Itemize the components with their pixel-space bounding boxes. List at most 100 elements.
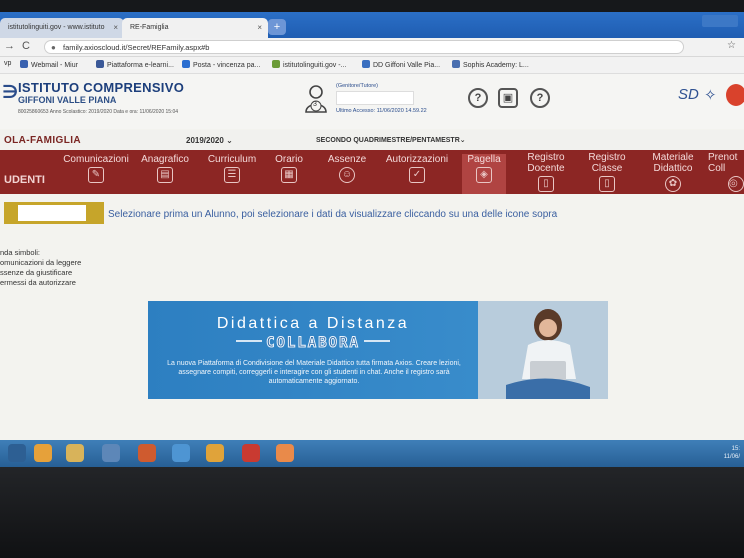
period-value: SECONDO QUADRIMESTRE/PENTAMESTR [316, 137, 460, 144]
banner-subtitle: COLLABORA [148, 335, 478, 352]
calendar-grid-icon: ▦ [281, 167, 297, 183]
laptop-body [0, 467, 744, 558]
menu-label: Prenot Coll [708, 152, 738, 174]
student-selector[interactable] [4, 202, 104, 224]
window-controls[interactable] [702, 15, 738, 27]
menu-materiale-didattico[interactable]: Materiale Didattico ✿ [644, 152, 702, 192]
system-tray[interactable]: 15: 11/06/ [724, 445, 740, 461]
acrobat-icon[interactable] [242, 444, 260, 462]
school-logo-icon: ∋ [2, 82, 19, 102]
start-button[interactable] [8, 444, 26, 462]
menu-label: Pagella [467, 154, 501, 165]
reload-icon[interactable]: C [22, 40, 30, 52]
new-tab-button[interactable]: + [268, 19, 286, 35]
folder-icon[interactable] [66, 444, 84, 462]
legend-title: nda simboli: [0, 248, 41, 257]
question-icon[interactable]: ? [530, 88, 550, 108]
menu-autorizzazioni[interactable]: Autorizzazioni ✓ [380, 154, 454, 183]
ie-icon[interactable] [172, 444, 190, 462]
url-input[interactable]: ● family.axioscloud.it/Secret/REFamily.a… [44, 40, 684, 54]
book-icon: ▯ [599, 176, 615, 192]
document-icon: ▤ [157, 167, 173, 183]
calendar-icon[interactable]: ▣ [498, 88, 518, 108]
collabora-banner[interactable]: Didattica a Distanza COLLABORA La nuova … [148, 301, 608, 399]
help-circle-icon[interactable]: ? [468, 88, 488, 108]
bookmark-item[interactable]: Sophis Academy: L... [452, 60, 529, 69]
menu-label: Orario [275, 154, 303, 165]
bookmark-item[interactable]: DD Giffoni Valle Pia... [362, 60, 440, 69]
taskbar-app-icon[interactable] [138, 444, 156, 462]
bookmark-icon [96, 60, 104, 68]
student-laptop-photo [478, 301, 608, 399]
year-select[interactable]: 2019/2020 ⌄ [186, 136, 233, 145]
menu-registro-classe[interactable]: Registro Classe ▯ [580, 152, 634, 192]
school-meta: 80025860653 Anno Scolastico: 2019/2020 D… [18, 109, 179, 115]
bookmark-label: Piattaforma e-learni... [107, 62, 174, 69]
taskbar-app-icon[interactable] [34, 444, 52, 462]
bookmark-item[interactable]: Posta - vincenza pa... [182, 60, 260, 69]
bookmark-apps-label: vp [4, 60, 12, 67]
close-icon[interactable]: × [257, 18, 262, 38]
menu-orario[interactable]: Orario ▦ [270, 154, 308, 183]
logout-icon[interactable] [726, 84, 744, 106]
divider [363, 340, 390, 342]
user-avatar-icon[interactable]: 3 [304, 84, 328, 114]
menu-prenotazione-colloqui[interactable]: Prenot Coll ◎ [708, 152, 744, 192]
menu-comunicazioni[interactable]: Comunicazioni ✎ [60, 154, 132, 183]
browser-tab-1[interactable]: istitutolinguiti.gov - www.istituto × [0, 18, 124, 38]
menu-label: Autorizzazioni [385, 154, 449, 165]
bookmark-item[interactable]: Webmail - Miur [20, 60, 78, 69]
back-icon[interactable]: → [4, 40, 15, 52]
lock-icon: ● [51, 43, 56, 52]
menu-pagella[interactable]: Pagella ◈ [462, 154, 506, 194]
bookmark-item[interactable]: Piattaforma e-learni... [96, 60, 174, 69]
students-label: UDENTI [4, 174, 45, 186]
bookmark-icon [182, 60, 190, 68]
browser-tab-bar: istitutolinguiti.gov - www.istituto × RE… [0, 12, 744, 38]
star-icon[interactable]: ☆ [727, 40, 736, 51]
close-icon[interactable]: × [113, 18, 118, 38]
clock-time: 15: [731, 446, 740, 452]
laptop-bezel-top [0, 0, 744, 12]
banner-description: La nuova Piattaforma di Condivisione del… [167, 360, 461, 385]
legend-item: omunicazioni da leggere [0, 258, 82, 267]
bookmark-label: DD Giffoni Valle Pia... [373, 62, 441, 69]
symbol-legend: nda simboli: omunicazioni da leggere sse… [0, 248, 81, 288]
windows-taskbar: 15: 11/06/ [0, 440, 744, 467]
taskbar-app-icon[interactable] [102, 444, 120, 462]
menu-anagrafico[interactable]: Anagrafico ▤ [136, 154, 194, 183]
menu-label: Comunicazioni [63, 154, 129, 165]
user-count: 3 [313, 101, 317, 108]
materials-icon: ✿ [665, 176, 681, 192]
clock-date: 11/06/ [723, 454, 740, 460]
bookmark-icon [20, 60, 28, 68]
bookmark-label: Posta - vincenza pa... [193, 62, 261, 69]
chevron-down-icon: ⌄ [226, 136, 233, 145]
period-select[interactable]: SECONDO QUADRIMESTRE/PENTAMESTR⌄ [316, 136, 466, 144]
section-title: OLA-FAMIGLIA [4, 135, 82, 146]
divider [236, 340, 263, 342]
bookmark-icon [272, 60, 280, 68]
menu-registro-docente[interactable]: Registro Docente ▯ [518, 152, 574, 192]
banner-brand: COLLABORA [266, 335, 360, 352]
menu-label: Anagrafico [141, 154, 189, 165]
chrome-icon[interactable] [276, 444, 294, 462]
bookmark-label: istitutolinguiti.gov -... [283, 62, 347, 69]
menu-label: Curriculum [207, 154, 257, 165]
settings-icon[interactable]: ✧ [704, 86, 717, 104]
brand-logo: SD [678, 86, 699, 103]
report-card-icon: ◈ [476, 167, 492, 183]
menu-assenze[interactable]: Assenze ☺ [322, 154, 372, 183]
year-value: 2019/2020 [186, 136, 224, 145]
menu-label: Registro Docente [527, 152, 565, 174]
main-menu: UDENTI Comunicazioni ✎ Anagrafico ▤ Curr… [0, 150, 744, 194]
bookmark-item[interactable]: istitutolinguiti.gov -... [272, 60, 346, 69]
chrome-icon[interactable] [206, 444, 224, 462]
laptop-screen: istitutolinguiti.gov - www.istituto × RE… [0, 12, 744, 467]
bookmark-icon [452, 60, 460, 68]
browser-tab-2[interactable]: RE-Famiglia × [122, 18, 268, 38]
user-role: (Genitore/Tutore) [336, 83, 378, 89]
book-icon: ▯ [538, 176, 554, 192]
menu-curriculum[interactable]: Curriculum ☰ [204, 154, 260, 183]
smiley-icon: ☺ [339, 167, 355, 183]
